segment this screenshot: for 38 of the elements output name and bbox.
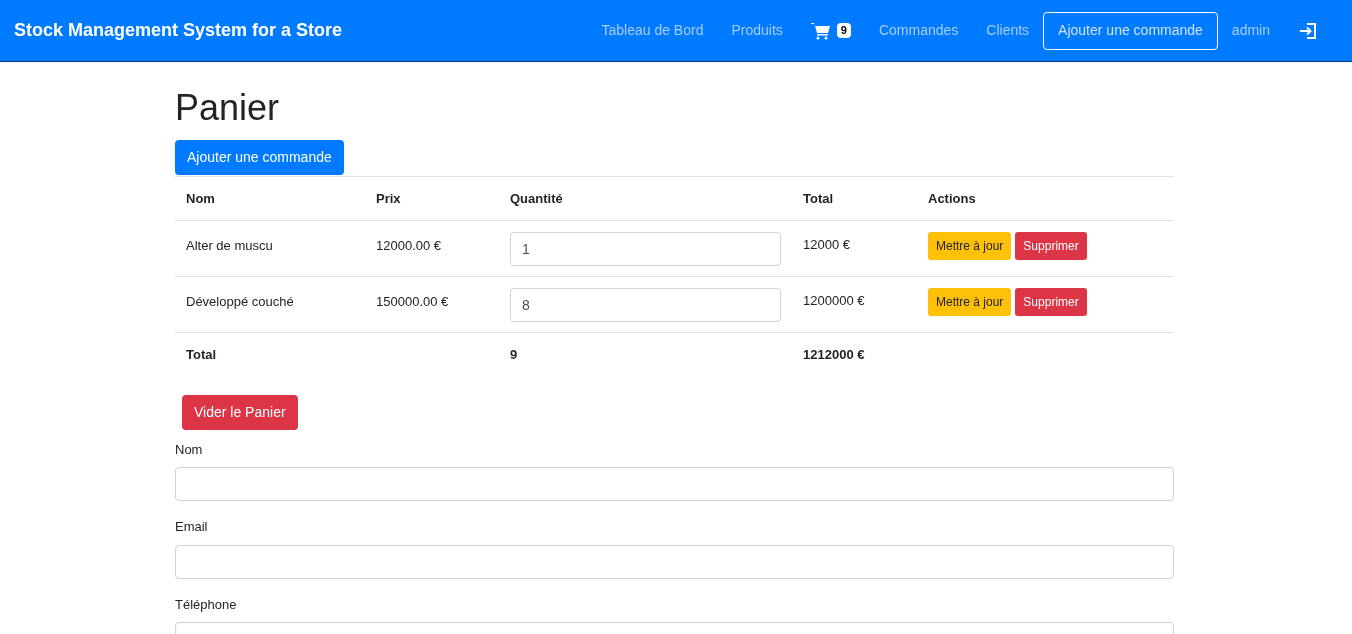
quantity-input[interactable]: 1 [510,232,781,266]
table-cell: 12000.00 € [376,238,442,253]
column-header: Quantité [510,190,563,206]
nav-link[interactable]: Clients [986,20,1030,41]
nav-link[interactable]: Commandes [878,20,959,41]
delete-button[interactable]: Supprimer [1015,288,1087,316]
logout-icon[interactable] [1298,20,1318,41]
add-order-button[interactable]: Ajouter une commande [175,140,344,175]
quantity-input[interactable]: 8 [510,288,781,322]
add-order-nav-button[interactable]: Ajouter une commande [1043,11,1218,50]
column-header: Total [803,190,834,206]
table-cell: 1200000 € [803,293,865,308]
nav-link[interactable]: Tableau de Bord [601,20,704,41]
table-cell: Alter de muscu [186,238,273,253]
nav-link[interactable]: Produits [731,20,783,41]
cart-count-badge: 9 [836,23,851,38]
column-header: Prix [376,190,401,206]
update-button[interactable]: Mettre à jour [928,232,1012,260]
field-label: Téléphone [175,595,238,614]
update-button[interactable]: Mettre à jour [928,288,1012,316]
delete-button[interactable]: Supprimer [1015,232,1087,260]
text-input[interactable] [175,467,1174,501]
text-input[interactable] [175,544,1174,579]
page-title: Panier [175,88,281,128]
table-cell: 150000.00 € [376,294,449,309]
clear-cart-button[interactable]: Vider le Panier [182,394,298,430]
field-label: Nom [175,440,204,459]
column-header: Nom [186,190,215,206]
brand-title[interactable]: Stock Management System for a Store [14,17,343,44]
table-cell: Développé couché [186,294,294,309]
total-quantity: 9 [510,347,518,362]
total-amount: 1212000 € [803,347,865,362]
total-label: Total [186,347,217,362]
column-header: Actions [928,190,976,206]
nav-link[interactable]: admin [1231,20,1270,41]
cart-icon[interactable] [810,21,831,40]
table-cell: 12000 € [803,237,850,252]
field-label: Email [175,518,209,536]
